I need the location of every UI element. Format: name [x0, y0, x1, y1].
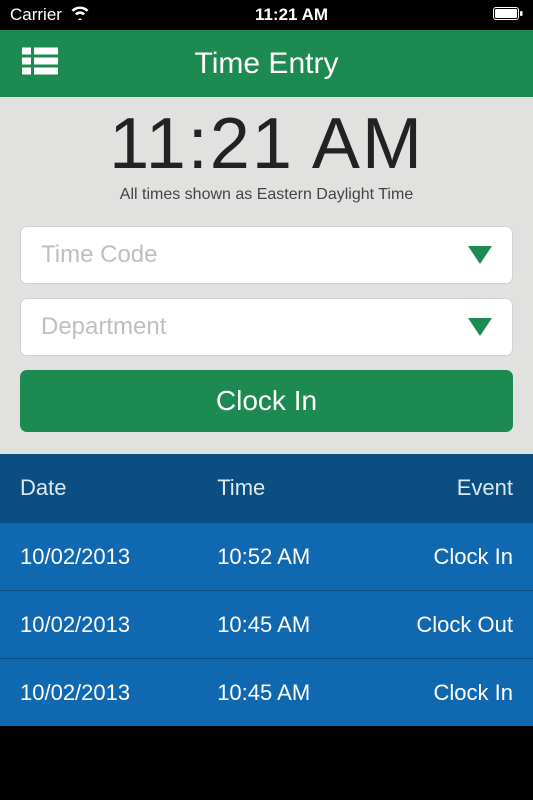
- page-title: Time Entry: [0, 47, 533, 81]
- header-event: Event: [365, 475, 513, 501]
- row-event: Clock Out: [365, 612, 513, 638]
- carrier-label: Carrier: [10, 5, 62, 25]
- row-time: 10:52 AM: [217, 544, 365, 570]
- status-time: 11:21 AM: [255, 5, 328, 25]
- row-date: 10/02/2013: [20, 544, 217, 570]
- header-time: Time: [217, 475, 365, 501]
- time-code-label: Time Code: [41, 241, 157, 269]
- time-code-select[interactable]: Time Code: [20, 226, 513, 284]
- department-select[interactable]: Department: [20, 298, 513, 356]
- chevron-down-icon: [468, 246, 492, 264]
- table-row[interactable]: 10/02/2013 10:52 AM Clock In: [0, 522, 533, 590]
- row-event: Clock In: [365, 680, 513, 706]
- battery-icon: [493, 5, 523, 25]
- row-date: 10/02/2013: [20, 612, 217, 638]
- row-time: 10:45 AM: [217, 680, 365, 706]
- main-panel: 11:21 AM All times shown as Eastern Dayl…: [0, 97, 533, 454]
- department-label: Department: [41, 313, 166, 341]
- row-time: 10:45 AM: [217, 612, 365, 638]
- title-bar: Time Entry: [0, 30, 533, 97]
- clock-in-button[interactable]: Clock In: [20, 370, 513, 432]
- clock-in-label: Clock In: [216, 385, 317, 417]
- row-date: 10/02/2013: [20, 680, 217, 706]
- wifi-icon: [70, 5, 90, 25]
- table-row[interactable]: 10/02/2013 10:45 AM Clock Out: [0, 590, 533, 658]
- timezone-note: All times shown as Eastern Daylight Time: [120, 186, 413, 204]
- menu-list-icon[interactable]: [22, 47, 58, 80]
- current-time: 11:21 AM: [109, 105, 424, 184]
- header-date: Date: [20, 475, 217, 501]
- row-event: Clock In: [365, 544, 513, 570]
- events-table-header: Date Time Event: [0, 454, 533, 522]
- status-bar: Carrier 11:21 AM: [0, 0, 533, 30]
- table-row[interactable]: 10/02/2013 10:45 AM Clock In: [0, 658, 533, 726]
- chevron-down-icon: [468, 318, 492, 336]
